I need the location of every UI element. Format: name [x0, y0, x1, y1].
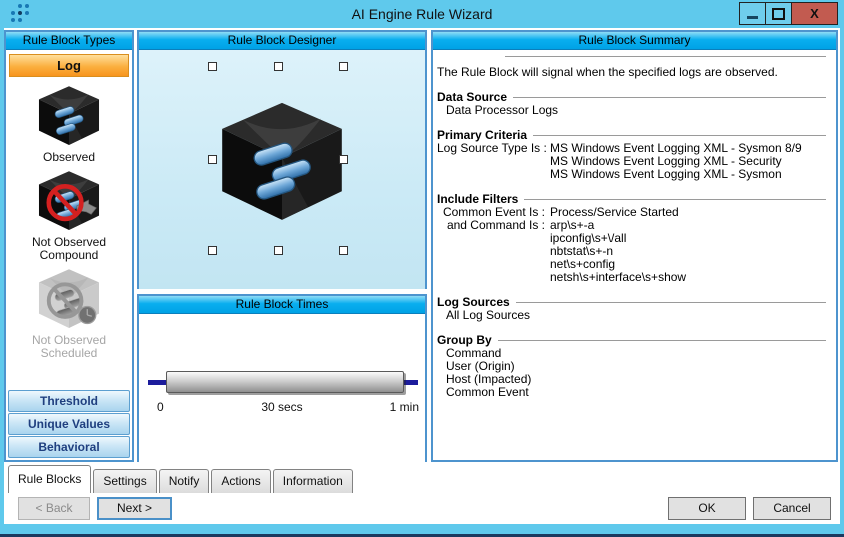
resize-handle-bottom-right[interactable] [339, 246, 348, 255]
summary-body: The Rule Block will signal when the spec… [433, 50, 836, 399]
summary-label [437, 232, 545, 245]
cancel-button[interactable]: Cancel [753, 497, 831, 520]
rule-block-types-header: Rule Block Types [6, 32, 132, 50]
resize-handle-middle-right[interactable] [339, 155, 348, 164]
maximize-button[interactable] [765, 2, 792, 25]
window-title: AI Engine Rule Wizard [0, 6, 844, 22]
section-rule [524, 199, 826, 200]
rule-block-types-panel: Rule Block Types Log Observed Not Observ… [4, 30, 134, 462]
resize-handle-top-center[interactable] [274, 62, 283, 71]
summary-section-group-by: Group By Command User (Origin) Host (Imp… [437, 334, 832, 399]
tab-settings[interactable]: Settings [93, 469, 156, 493]
summary-intro: The Rule Block will signal when the spec… [437, 66, 832, 79]
section-rule [498, 340, 826, 341]
category-buttons: Threshold Unique Values Behavioral [6, 388, 132, 460]
summary-section-include-filters: Include Filters Common Event Is :Process… [437, 193, 832, 284]
summary-label [437, 245, 545, 258]
ai-engine-rule-wizard-window: AI Engine Rule Wizard X Rule Block Types… [0, 0, 844, 537]
unique-values-button[interactable]: Unique Values [8, 413, 130, 435]
summary-label: Log Source Type Is : [437, 142, 545, 155]
titlebar: AI Engine Rule Wizard X [0, 0, 844, 28]
summary-label: and Command Is : [437, 219, 545, 232]
back-button: < Back [18, 497, 90, 520]
time-range-bar[interactable] [166, 371, 404, 393]
summary-value: All Log Sources [437, 309, 832, 322]
close-icon: X [810, 6, 819, 21]
threshold-button[interactable]: Threshold [8, 390, 130, 412]
tab-rule-blocks[interactable]: Rule Blocks [8, 465, 91, 493]
observed-cube-icon [36, 85, 102, 147]
section-rule [513, 97, 826, 98]
behavioral-button[interactable]: Behavioral [8, 436, 130, 458]
designer-cube-icon[interactable] [217, 100, 347, 224]
summary-label [437, 155, 545, 168]
resize-handle-bottom-left[interactable] [208, 246, 217, 255]
client-area: Rule Block Types Log Observed Not Observ… [4, 28, 840, 524]
rule-block-designer-panel: Rule Block Designer [137, 30, 427, 289]
section-rule [533, 135, 826, 136]
summary-label [437, 258, 545, 271]
not-observed-scheduled-cube-icon [36, 268, 102, 330]
rule-block-times-header: Rule Block Times [139, 296, 425, 314]
log-type-button[interactable]: Log [9, 54, 129, 77]
rule-block-designer-header: Rule Block Designer [139, 32, 425, 50]
resize-handle-top-right[interactable] [339, 62, 348, 71]
summary-label [437, 271, 545, 284]
type-item-label: Observed [14, 151, 124, 164]
wizard-tabbar: Rule Blocks Settings Notify Actions Info… [8, 465, 355, 493]
type-item-not-observed-compound[interactable]: Not Observed Compound [6, 170, 132, 262]
section-rule [516, 302, 826, 303]
summary-section-log-sources: Log Sources All Log Sources [437, 296, 832, 322]
summary-value: MS Windows Event Logging XML - Sysmon [550, 168, 782, 181]
next-button[interactable]: Next > [97, 497, 172, 520]
minimize-icon [747, 16, 758, 19]
window-frame-bottom [0, 524, 844, 534]
resize-handle-top-left[interactable] [208, 62, 217, 71]
resize-handle-middle-left[interactable] [208, 155, 217, 164]
summary-section-primary-criteria: Primary Criteria Log Source Type Is :MS … [437, 129, 832, 181]
designer-canvas[interactable] [139, 50, 425, 289]
tab-notify[interactable]: Notify [159, 469, 210, 493]
tab-actions[interactable]: Actions [211, 469, 270, 493]
close-button[interactable]: X [791, 2, 838, 25]
ok-button[interactable]: OK [668, 497, 746, 520]
summary-top-rule [505, 56, 826, 57]
rule-block-summary-header: Rule Block Summary [433, 32, 836, 50]
times-body: 0 30 secs 1 min [139, 314, 425, 462]
not-observed-compound-cube-icon [36, 170, 102, 232]
summary-value: Data Processor Logs [437, 104, 832, 117]
rule-block-times-panel: Rule Block Times 0 30 secs 1 min [137, 294, 427, 462]
summary-label [437, 168, 545, 181]
type-item-not-observed-scheduled: Not Observed Scheduled [6, 268, 132, 360]
tick-label-30secs: 30 secs [139, 400, 425, 414]
maximize-icon [772, 8, 785, 20]
rule-block-summary-panel: Rule Block Summary The Rule Block will s… [431, 30, 838, 462]
type-item-observed[interactable]: Observed [6, 85, 132, 164]
resize-handle-bottom-center[interactable] [274, 246, 283, 255]
summary-section-data-source: Data Source Data Processor Logs [437, 91, 832, 117]
summary-value: netsh\s+interface\s+show [550, 271, 686, 284]
summary-value: Common Event [437, 386, 832, 399]
type-item-label: Not Observed Compound [14, 236, 124, 262]
tick-label-1min: 1 min [390, 400, 419, 414]
type-item-label: Not Observed Scheduled [14, 334, 124, 360]
minimize-button[interactable] [739, 2, 766, 25]
tab-information[interactable]: Information [273, 469, 353, 493]
